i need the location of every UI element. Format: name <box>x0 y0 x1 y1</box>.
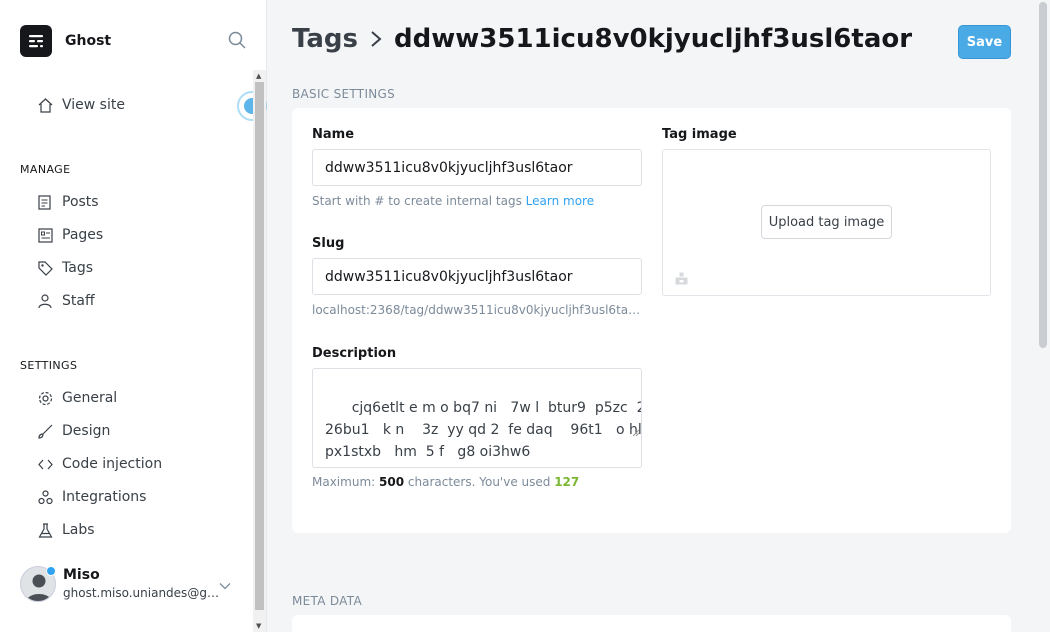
brand-name: Ghost <box>65 33 112 49</box>
description-text: cjq6etlt e m o bq7 ni 7w l btur9 p5zc 2 … <box>325 400 642 460</box>
sidebar-item-label: Integrations <box>62 489 147 505</box>
user-name: Miso <box>63 567 100 583</box>
counter-used: 127 <box>554 475 580 489</box>
chevron-down-icon[interactable] <box>218 578 232 597</box>
slug-label: Slug <box>312 236 345 251</box>
staff-icon <box>36 292 54 310</box>
sidebar: Ghost View site MANAGE Posts Pages Tags … <box>0 0 267 632</box>
flask-icon <box>36 521 54 539</box>
main-scrollbar-thumb[interactable] <box>1039 2 1047 348</box>
sidebar-scrollbar[interactable]: ▲ ▼ <box>253 70 266 632</box>
counter-prefix: Maximum: <box>312 475 376 489</box>
counter-max: 500 <box>379 475 405 489</box>
status-badge <box>46 566 56 576</box>
sidebar-item-label: Pages <box>62 227 104 243</box>
sidebar-item-label: Staff <box>62 293 95 309</box>
tag-icon <box>36 259 54 277</box>
description-textarea[interactable]: cjq6etlt e m o bq7 ni 7w l btur9 p5zc 2 … <box>312 368 642 468</box>
name-hint-text: Start with # to create internal tags <box>312 194 522 208</box>
sidebar-item-label: Design <box>62 423 111 439</box>
pages-icon <box>36 226 54 244</box>
settings-section-title: SETTINGS <box>20 359 78 372</box>
sidebar-item-label: Labs <box>62 522 95 538</box>
integrations-icon <box>36 488 54 506</box>
tag-image-dropzone[interactable]: Upload tag image <box>662 149 991 296</box>
sidebar-item-posts[interactable]: Posts <box>36 190 99 214</box>
meta-data-card <box>292 615 1011 632</box>
manage-section-title: MANAGE <box>20 163 71 176</box>
brand[interactable]: Ghost <box>20 25 111 57</box>
sidebar-item-staff[interactable]: Staff <box>36 289 95 313</box>
gear-icon <box>36 389 54 407</box>
save-button[interactable]: Save <box>958 25 1011 59</box>
sidebar-item-view-site[interactable]: View site <box>36 93 125 117</box>
sidebar-item-tags[interactable]: Tags <box>36 256 93 280</box>
tag-image-label: Tag image <box>662 127 737 142</box>
posts-icon <box>36 193 54 211</box>
ghost-logo-icon <box>20 25 52 57</box>
meta-data-title: META DATA <box>292 594 362 608</box>
slug-url-preview: localhost:2368/tag/ddww3511icu8v0kjyuclj… <box>312 303 642 317</box>
breadcrumb: Tags ddww3511icu8v0kjyucljhf3usl6taor <box>292 24 912 54</box>
image-placeholder-icon <box>675 270 688 289</box>
sidebar-item-labs[interactable]: Labs <box>36 518 95 542</box>
sidebar-item-code-injection[interactable]: Code injection <box>36 452 162 476</box>
sidebar-item-design[interactable]: Design <box>36 419 110 443</box>
name-input[interactable]: ddww3511icu8v0kjyucljhf3usl6taor <box>312 149 642 186</box>
basic-settings-card: Name ddww3511icu8v0kjyucljhf3usl6taor St… <box>292 108 1011 533</box>
counter-mid: characters. You've used <box>407 475 551 489</box>
resize-handle-icon[interactable] <box>596 400 640 466</box>
brush-icon <box>36 422 54 440</box>
page-title: ddww3511icu8v0kjyucljhf3usl6taor <box>394 24 913 54</box>
sidebar-item-label: Tags <box>62 260 93 276</box>
sidebar-item-label: Posts <box>62 194 99 210</box>
main-scrollbar[interactable] <box>1036 0 1050 632</box>
slug-input[interactable]: ddww3511icu8v0kjyucljhf3usl6taor <box>312 258 642 295</box>
chevron-right-icon <box>370 30 382 48</box>
name-label: Name <box>312 127 355 142</box>
sidebar-item-integrations[interactable]: Integrations <box>36 485 146 509</box>
search-icon[interactable] <box>228 31 248 51</box>
sidebar-item-pages[interactable]: Pages <box>36 223 103 247</box>
sidebar-item-label: General <box>62 390 118 406</box>
breadcrumb-tags-link[interactable]: Tags <box>292 24 358 54</box>
basic-settings-title: BASIC SETTINGS <box>292 87 396 101</box>
view-site-label: View site <box>62 97 125 113</box>
upload-tag-image-button[interactable]: Upload tag image <box>761 205 892 239</box>
learn-more-link[interactable]: Learn more <box>526 194 594 208</box>
sidebar-item-general[interactable]: General <box>36 386 117 410</box>
home-icon <box>36 96 54 114</box>
description-counter: Maximum: 500 characters. You've used 127 <box>312 475 579 489</box>
main-content: Tags ddww3511icu8v0kjyucljhf3usl6taor Sa… <box>268 0 1038 632</box>
sidebar-item-label: Code injection <box>62 456 163 472</box>
sidebar-scrollbar-thumb[interactable] <box>255 82 264 610</box>
name-hint: Start with # to create internal tags Lea… <box>312 194 594 208</box>
code-icon <box>36 455 54 473</box>
user-email: ghost.miso.uniandes@gmail.com <box>63 586 219 600</box>
description-label: Description <box>312 346 397 361</box>
